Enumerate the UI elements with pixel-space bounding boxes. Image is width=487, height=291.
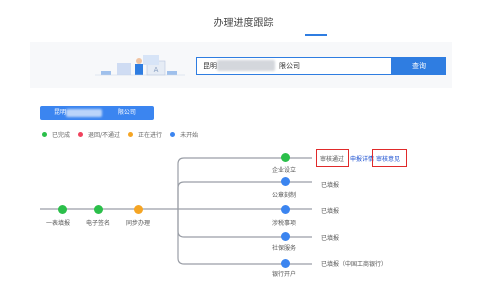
review-opinion-link[interactable]: 审核意见 — [376, 154, 400, 163]
flow-label-bank: 银行开户 — [272, 271, 297, 278]
flow-node-sync — [134, 205, 143, 214]
flow-label-esign: 电子签名 — [86, 220, 111, 227]
flow-label-tax: 涉税事项 — [272, 220, 297, 227]
flow-node-one-form — [58, 205, 67, 214]
status-tax: 已填报 — [321, 208, 340, 215]
flow-connectors — [40, 157, 312, 265]
application-details-link[interactable]: 申报详情 — [350, 154, 374, 163]
flow-label-social: 社保服务 — [272, 245, 297, 252]
status-social: 已填报 — [321, 235, 340, 242]
status-approved: 审核通过 — [320, 156, 345, 163]
flow-label-sync: 同步办理 — [126, 220, 151, 227]
flow-node-seal — [281, 177, 290, 186]
status-seal: 已填报 — [321, 182, 340, 189]
status-bank: 已填报（中国工商银行） — [321, 261, 388, 268]
flow-label-enterprise: 企业设立 — [272, 167, 297, 174]
flow-node-tax — [281, 205, 290, 214]
flow-node-esign — [94, 205, 103, 214]
flow-node-social — [281, 232, 290, 241]
flow-node-bank — [281, 259, 290, 268]
flow-label-seal: 公章刻制 — [272, 192, 297, 199]
flow-node-enterprise — [281, 153, 290, 162]
flow-label-one-form: 一表填报 — [46, 220, 71, 227]
